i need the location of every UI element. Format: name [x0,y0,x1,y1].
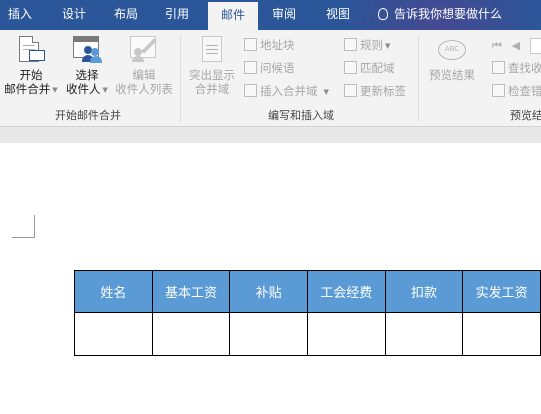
find-recipient-button[interactable]: 查找收 [492,59,541,77]
update-labels-icon [344,84,357,97]
table-cell[interactable] [74,312,153,356]
edit-recipient-list-button[interactable]: 编辑 收件人列表 [112,34,176,96]
record-number-field[interactable] [529,37,541,54]
dropdown-caret-icon: ▼ [52,85,58,94]
greeting-line-button[interactable]: 问候语 [244,59,295,77]
start-mail-merge-button[interactable]: 开始 邮件合并 ▼ [0,34,62,97]
table-header-cell[interactable]: 工会经费 [306,270,386,313]
table-header-row: 姓名 基本工资 补贴 工会经费 扣款 实发工资 [74,270,541,313]
select-recipients-button[interactable]: 选择 收件人 ▼ [62,34,112,97]
insert-merge-field-icon [244,84,257,97]
insert-merge-field-label: 插入合并域 [260,84,318,98]
greeting-line-icon [244,61,257,74]
highlight-merge-fields-button[interactable]: 突出显示 合并域 [184,34,240,96]
table-header-cell[interactable]: 基本工资 [151,270,231,313]
table-row [74,312,541,356]
check-errors-label: 检查错 [508,84,541,98]
update-labels-label: 更新标签 [360,84,406,98]
highlight-fields-label-2: 合并域 [194,82,230,96]
document-page[interactable]: 姓名 基本工资 补贴 工会经费 扣款 实发工资 [0,143,541,414]
dropdown-caret-icon: ▼ [102,85,108,94]
table-header-cell[interactable]: 实发工资 [462,270,541,313]
rules-icon [344,38,357,51]
check-errors-icon [492,84,505,97]
preview-results-button[interactable]: ABC 预览结果 [424,34,480,82]
table-header-cell[interactable]: 补贴 [229,270,308,313]
match-fields-label: 匹配域 [360,61,395,75]
select-recipients-label-2: 收件人 [66,82,101,96]
match-fields-button[interactable]: 匹配域 [344,59,395,77]
edit-recipients-label-2: 收件人列表 [115,82,173,96]
address-block-icon [244,38,257,51]
first-record-icon[interactable]: ⏮ [492,39,502,52]
greeting-line-label: 问候语 [260,61,295,75]
update-labels-button[interactable]: 更新标签 [344,82,406,100]
highlight-merge-fields-icon [196,34,228,66]
match-fields-icon [344,61,357,74]
address-block-label: 地址块 [260,38,295,52]
table-cell[interactable] [384,312,464,356]
rules-button[interactable]: 规则 ▼ [344,36,390,54]
record-navigation: ⏮ ◀ [492,36,541,54]
group-label-preview-results: 预览结 [510,109,541,122]
select-recipients-icon [71,34,103,66]
find-recipient-icon [492,61,505,74]
preview-results-label: 预览结果 [429,68,475,82]
select-recipients-label-1: 选择 [75,68,99,82]
edit-recipient-list-icon [128,34,160,66]
check-errors-button[interactable]: 检查错 [492,82,541,100]
group-label-start-mail-merge: 开始邮件合并 [55,109,121,122]
mail-merge-document-icon [15,34,47,66]
tab-layout[interactable]: 布局 [104,0,148,30]
tab-review[interactable]: 审阅 [262,0,306,30]
margin-corner-mark [34,215,35,237]
table-header-cell[interactable]: 姓名 [74,270,153,313]
edit-recipients-label-1: 编辑 [132,68,156,82]
start-mail-merge-label-2: 邮件合并 [4,82,51,96]
table-cell[interactable] [462,312,541,356]
lightbulb-icon [378,7,388,20]
group-separator [418,36,419,122]
table-cell[interactable] [151,312,231,356]
address-block-button[interactable]: 地址块 [244,36,295,54]
previous-record-icon[interactable]: ◀ [512,39,520,52]
dropdown-caret-icon: ▼ [323,87,329,96]
salary-table: 姓名 基本工资 补贴 工会经费 扣款 实发工资 [74,270,541,356]
tab-mailings[interactable]: 邮件 [208,2,258,30]
margin-corner-mark [12,237,35,238]
tab-design[interactable]: 设计 [52,0,96,30]
table-cell[interactable] [229,312,308,356]
tab-view[interactable]: 视图 [316,0,360,30]
document-area: 姓名 基本工资 补贴 工会经费 扣款 实发工资 [0,127,541,414]
ribbon-tab-bar: 插入 设计 布局 引用 邮件 审阅 视图 告诉我你想要做什么 [0,0,541,30]
tell-me-text: 告诉我你想要做什么 [394,7,503,21]
rules-label: 规则 [360,38,383,52]
dropdown-caret-icon: ▼ [385,41,391,50]
ribbon-panel: 开始 邮件合并 ▼ 选择 收件人 ▼ 编辑 收件人列表 开始邮件合并 突出显示 合并… [0,30,541,127]
table-cell[interactable] [306,312,386,356]
find-recipient-label: 查找收 [508,61,541,75]
table-header-cell[interactable]: 扣款 [384,270,464,313]
tab-insert[interactable]: 插入 [0,0,40,30]
highlight-fields-label-1: 突出显示 [189,68,235,82]
tab-references[interactable]: 引用 [155,0,199,30]
preview-results-icon: ABC [436,34,468,66]
insert-merge-field-button[interactable]: 插入合并域 ▼ [244,82,329,100]
start-mail-merge-label-1: 开始 [19,68,43,82]
tell-me-search[interactable]: 告诉我你想要做什么 [378,0,502,30]
group-label-write-insert-fields: 编写和插入域 [268,109,334,122]
group-separator [180,36,181,122]
